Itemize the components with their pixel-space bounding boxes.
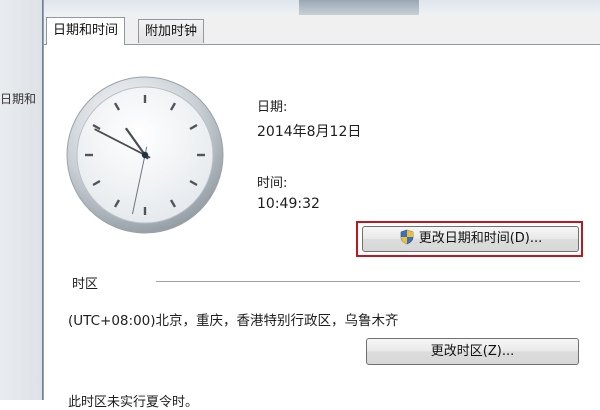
change-timezone-label: 更改时区(Z)... — [430, 344, 515, 359]
analog-clock — [66, 76, 224, 234]
tab-additional-clocks[interactable]: 附加时钟 — [138, 19, 205, 43]
tab-date-time[interactable]: 日期和时间 — [46, 17, 126, 45]
date-label: 日期: — [257, 100, 288, 115]
dialog-title-band — [44, 0, 600, 15]
timezone-value: (UTC+08:00)北京，重庆，香港特别行政区，乌鲁木齐 — [68, 313, 399, 329]
uac-shield-icon — [400, 229, 414, 245]
clock-center-cap — [141, 151, 149, 159]
date-value: 2014年8月12日 — [257, 124, 362, 140]
change-date-time-button[interactable]: 更改日期和时间(D)... — [362, 226, 579, 252]
tab-strip: 日期和时间 附加时钟 — [44, 15, 600, 45]
background-window-strip: 日期和 — [0, 0, 42, 400]
timezone-header: 时区 — [72, 277, 99, 292]
title-band-glare — [299, 0, 419, 15]
time-label: 时间: — [257, 176, 288, 191]
change-date-time-label: 更改日期和时间(D)... — [418, 231, 543, 246]
dst-notice: 此时区未实行夏令时。 — [68, 395, 199, 410]
change-timezone-button[interactable]: 更改时区(Z)... — [366, 338, 579, 365]
time-value: 10:49:32 — [257, 196, 320, 212]
background-window-text: 日期和 — [0, 92, 37, 106]
timezone-divider — [156, 281, 580, 282]
